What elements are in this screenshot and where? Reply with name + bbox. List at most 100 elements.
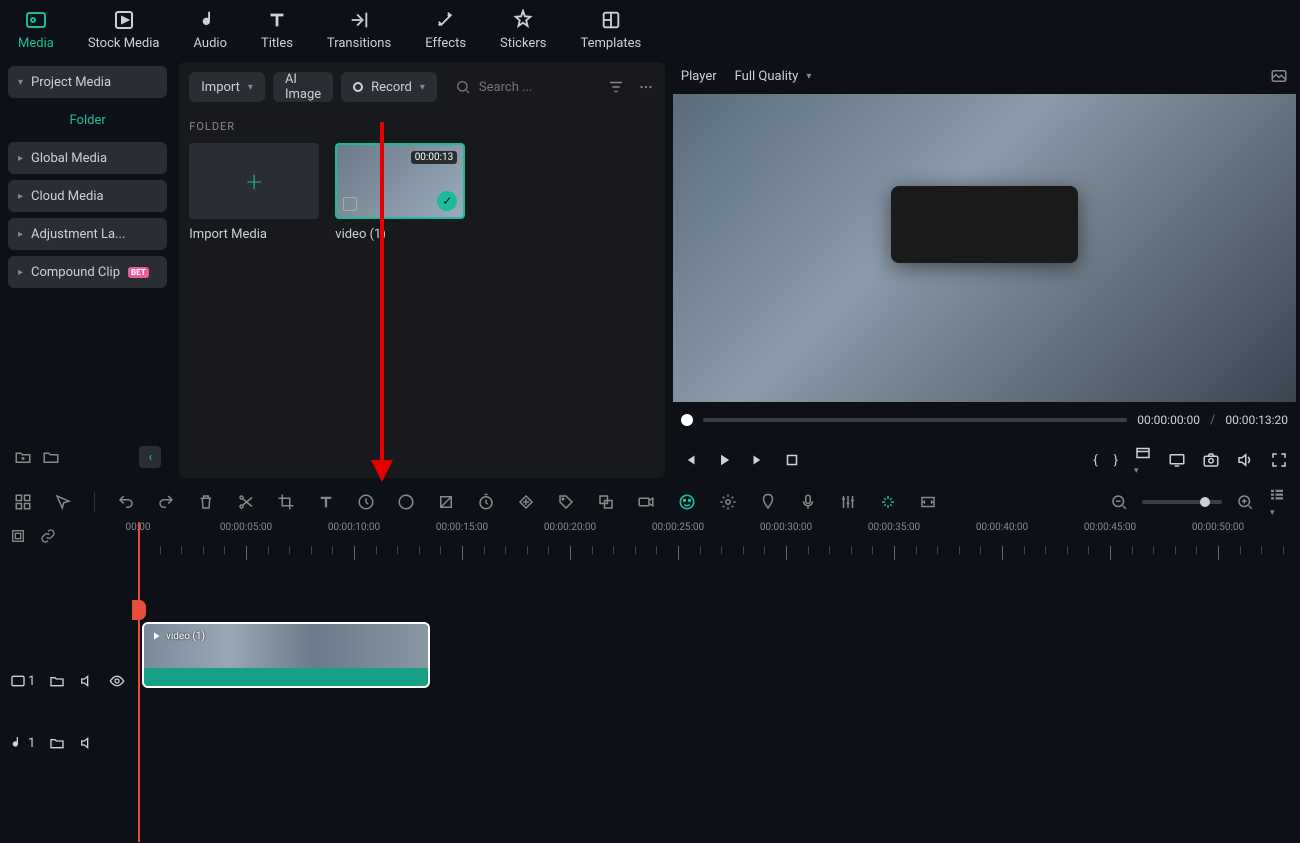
search-input[interactable] [479, 80, 599, 95]
filter-icon[interactable] [607, 78, 625, 96]
tab-titles[interactable]: Titles [253, 4, 301, 55]
import-button[interactable]: Import▾ [189, 72, 265, 102]
playhead-dot[interactable] [681, 414, 693, 426]
audio-mix-icon[interactable] [839, 493, 857, 511]
timeline-playhead[interactable] [138, 522, 140, 842]
undo-icon[interactable] [117, 493, 135, 511]
crop-icon[interactable] [277, 493, 295, 511]
volume-icon[interactable] [1236, 451, 1254, 469]
player-controls: { } ▾ [669, 438, 1300, 482]
import-tile-label: Import Media [189, 227, 319, 242]
chevron-down-icon: ▾ [18, 77, 23, 88]
timeline-view-icon[interactable]: ▾ [1268, 486, 1286, 519]
copy-attr-icon[interactable] [597, 493, 615, 511]
tab-audio[interactable]: Audio [186, 4, 235, 55]
video-track-header: 1 [0, 658, 138, 704]
clip-name-label: video (1) [335, 227, 465, 242]
player-timeline-bar: 00:00:00:00 / 00:00:13:20 [669, 402, 1300, 438]
player-viewport[interactable] [673, 94, 1296, 402]
camera-icon[interactable] [637, 493, 655, 511]
aspect-ratio-icon[interactable]: ▾ [1134, 444, 1152, 477]
split-icon[interactable] [237, 493, 255, 511]
stickers-icon [511, 8, 535, 32]
display-icon[interactable] [1168, 451, 1186, 469]
speed-icon[interactable] [357, 493, 375, 511]
delete-icon[interactable] [197, 493, 215, 511]
pointer-icon[interactable] [54, 493, 72, 511]
marker-out-icon[interactable]: } [1114, 453, 1118, 468]
track-mute-icon[interactable] [79, 735, 95, 751]
text-icon[interactable] [317, 493, 335, 511]
expand-icon[interactable] [919, 493, 937, 511]
effects-tl-icon[interactable] [719, 493, 737, 511]
folder-heading: FOLDER [189, 120, 655, 133]
snapshot-icon[interactable] [1202, 451, 1220, 469]
picture-icon[interactable] [1270, 67, 1288, 85]
timeline-ruler[interactable]: 00:0000:00:05:0000:00:10:0000:00:15:0000… [138, 522, 1300, 560]
delete-folder-icon[interactable] [42, 448, 60, 466]
player-progress-bar[interactable] [703, 418, 1127, 422]
voiceover-icon[interactable] [799, 493, 817, 511]
titles-icon [265, 8, 289, 32]
tab-templates-label: Templates [580, 36, 641, 51]
tab-stickers[interactable]: Stickers [492, 4, 554, 55]
zoom-in-icon[interactable] [1236, 493, 1254, 511]
media-clip-tile[interactable]: 00:00:13 ✓ video (1) [335, 143, 465, 242]
zoom-out-icon[interactable] [1110, 493, 1128, 511]
search-box[interactable] [455, 79, 599, 95]
sidebar-cloud-media[interactable]: ▸Cloud Media [8, 180, 167, 212]
sidebar-adjustment-layer[interactable]: ▸Adjustment La... [8, 218, 167, 250]
keyframe-icon[interactable] [517, 493, 535, 511]
track-folder-icon[interactable] [49, 673, 65, 689]
tab-media-label: Media [18, 36, 54, 51]
sidebar-compound-clip[interactable]: ▸Compound ClipBET [8, 256, 167, 288]
tag-icon[interactable] [557, 493, 575, 511]
sidebar-folder[interactable]: Folder [8, 104, 167, 136]
quality-selector[interactable]: Full Quality▾ [735, 69, 812, 84]
sidebar-folder-label: Folder [70, 113, 106, 128]
more-icon[interactable] [637, 78, 655, 96]
marker-in-icon[interactable]: { [1093, 453, 1097, 468]
stop-button[interactable] [783, 451, 801, 469]
track-visibility-icon[interactable] [109, 673, 125, 689]
next-frame-button[interactable] [749, 451, 767, 469]
tab-transitions[interactable]: Transitions [319, 4, 399, 55]
collapse-sidebar-button[interactable]: ‹ [139, 446, 161, 468]
adjust-icon[interactable] [437, 493, 455, 511]
link-icon[interactable] [40, 528, 56, 544]
track-folder-icon[interactable] [49, 735, 65, 751]
auto-cut-icon[interactable] [879, 493, 897, 511]
zoom-slider[interactable] [1142, 500, 1222, 504]
color-icon[interactable] [397, 493, 415, 511]
tab-templates[interactable]: Templates [572, 4, 649, 55]
video-track-icon[interactable]: 1 [10, 673, 35, 689]
timeline-clip-label: video (1) [166, 631, 205, 642]
timeline-side-icon-1[interactable] [10, 528, 26, 544]
track-mute-icon[interactable] [79, 673, 95, 689]
prev-frame-button[interactable] [681, 451, 699, 469]
ai-image-button[interactable]: AI Image [273, 72, 333, 102]
sidebar-adjustment-label: Adjustment La... [31, 227, 125, 242]
import-media-tile[interactable]: + Import Media [189, 143, 319, 242]
audio-track-icon[interactable]: 1 [10, 735, 35, 751]
tab-media[interactable]: Media [10, 4, 62, 55]
timeline-clip[interactable]: video (1) [142, 622, 430, 688]
ai-icon[interactable] [677, 492, 697, 512]
fullscreen-icon[interactable] [1270, 451, 1288, 469]
redo-icon[interactable] [157, 493, 175, 511]
new-folder-icon[interactable] [14, 448, 32, 466]
sidebar-project-media[interactable]: ▾Project Media [8, 66, 167, 98]
chevron-down-icon: ▾ [806, 71, 811, 82]
play-button[interactable] [715, 451, 733, 469]
sidebar-global-media[interactable]: ▸Global Media [8, 142, 167, 174]
annotation-arrow [367, 122, 397, 482]
duration-icon[interactable] [477, 493, 495, 511]
layout-icon[interactable] [14, 493, 32, 511]
video-track-lane[interactable]: video (1) [138, 622, 1300, 688]
record-button[interactable]: Record▾ [341, 72, 437, 102]
marker-icon[interactable] [759, 493, 777, 511]
sidebar-bottom-bar: ‹ [8, 440, 167, 474]
tab-effects[interactable]: Effects [417, 4, 474, 55]
tab-stock-label: Stock Media [88, 36, 160, 51]
tab-stock-media[interactable]: Stock Media [80, 4, 168, 55]
